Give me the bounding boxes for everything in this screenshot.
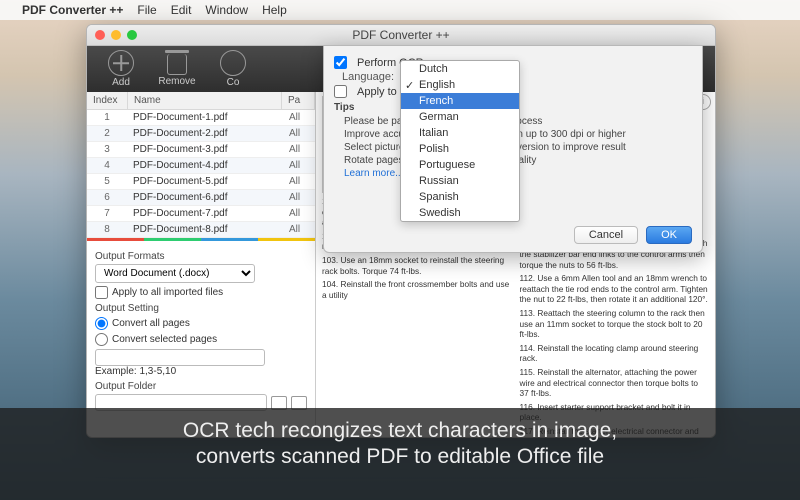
language-label: Language:: [334, 71, 394, 83]
convert-icon: [220, 50, 246, 76]
preview-text: 114. Reinstall the locating clamp around…: [520, 343, 710, 364]
table-row[interactable]: 5PDF-Document-5.pdfAll: [87, 174, 315, 190]
table-row[interactable]: 8PDF-Document-8.pdfAll: [87, 222, 315, 238]
main-window: PDF Converter ++ Add Remove Co Index Nam…: [86, 24, 716, 438]
col-index[interactable]: Index: [87, 92, 128, 109]
table-row[interactable]: 2PDF-Document-2.pdfAll: [87, 126, 315, 142]
language-option[interactable]: Italian: [401, 125, 519, 141]
output-formats-label: Output Formats: [95, 251, 307, 262]
language-option[interactable]: German: [401, 109, 519, 125]
menu-edit[interactable]: Edit: [171, 3, 192, 17]
language-option[interactable]: Polish: [401, 141, 519, 157]
preview-text: 115. Reinstall the alternator, attaching…: [520, 367, 710, 399]
table-row[interactable]: 3PDF-Document-3.pdfAll: [87, 142, 315, 158]
plus-icon: [108, 50, 134, 76]
page-range-input[interactable]: [95, 349, 265, 366]
output-format-select[interactable]: Word Document (.docx): [95, 264, 255, 283]
table-body: 1PDF-Document-1.pdfAll2PDF-Document-2.pd…: [87, 110, 315, 238]
convert-selected-radio[interactable]: Convert selected pages: [95, 333, 307, 346]
menu-file[interactable]: File: [137, 3, 156, 17]
add-button[interactable]: Add: [93, 50, 149, 88]
titlebar: PDF Converter ++: [87, 25, 715, 46]
ok-button[interactable]: OK: [646, 226, 692, 244]
preview-text: 112. Use a 6mm Allen tool and an 18mm wr…: [520, 273, 710, 305]
language-option[interactable]: French: [401, 93, 519, 109]
app-menu[interactable]: PDF Converter ++: [22, 3, 123, 17]
apply-all-checkbox[interactable]: Apply to all imported files: [95, 286, 307, 299]
table-header: Index Name Pa: [87, 92, 315, 110]
trash-icon: [167, 54, 187, 75]
output-setting-label: Output Setting: [95, 303, 307, 314]
language-option[interactable]: Swedish: [401, 205, 519, 221]
ocr-sheet: Perform OCR Language: DutchEnglishFrench…: [323, 45, 703, 253]
learn-more-link[interactable]: Learn more...: [344, 168, 403, 179]
table-row[interactable]: 6PDF-Document-6.pdfAll: [87, 190, 315, 206]
preview-text: 104. Reinstall the front crossmember bol…: [322, 279, 512, 300]
language-option[interactable]: Spanish: [401, 189, 519, 205]
perform-ocr-checkbox[interactable]: [334, 56, 347, 69]
table-row[interactable]: 4PDF-Document-4.pdfAll: [87, 158, 315, 174]
output-folder-label: Output Folder: [95, 381, 307, 392]
language-option[interactable]: Russian: [401, 173, 519, 189]
left-panel: Index Name Pa 1PDF-Document-1.pdfAll2PDF…: [87, 92, 316, 438]
preview-text: 113. Reattach the steering column to the…: [520, 308, 710, 340]
language-option[interactable]: Dutch: [401, 61, 519, 77]
table-row[interactable]: 1PDF-Document-1.pdfAll: [87, 110, 315, 126]
promo-caption: OCR tech recongizes text characters in i…: [0, 408, 800, 500]
convert-button[interactable]: Co: [205, 50, 261, 88]
preview-text: 103. Use an 18mm socket to reinstall the…: [322, 255, 512, 276]
apply-all-ocr-checkbox[interactable]: [334, 85, 347, 98]
page-range-example: Example: 1,3-5,10: [95, 366, 176, 377]
remove-button[interactable]: Remove: [149, 52, 205, 87]
table-row[interactable]: 7PDF-Document-7.pdfAll: [87, 206, 315, 222]
window-title: PDF Converter ++: [87, 28, 715, 42]
language-dropdown: DutchEnglishFrenchGermanItalianPolishPor…: [400, 60, 520, 222]
language-option[interactable]: Portuguese: [401, 157, 519, 173]
col-pages[interactable]: Pa: [282, 92, 315, 109]
convert-all-radio[interactable]: Convert all pages: [95, 317, 307, 330]
menu-window[interactable]: Window: [205, 3, 248, 17]
language-option[interactable]: English: [401, 77, 519, 93]
menubar: PDF Converter ++ File Edit Window Help: [0, 0, 800, 20]
col-name[interactable]: Name: [128, 92, 282, 109]
menu-help[interactable]: Help: [262, 3, 287, 17]
cancel-button[interactable]: Cancel: [574, 226, 638, 244]
